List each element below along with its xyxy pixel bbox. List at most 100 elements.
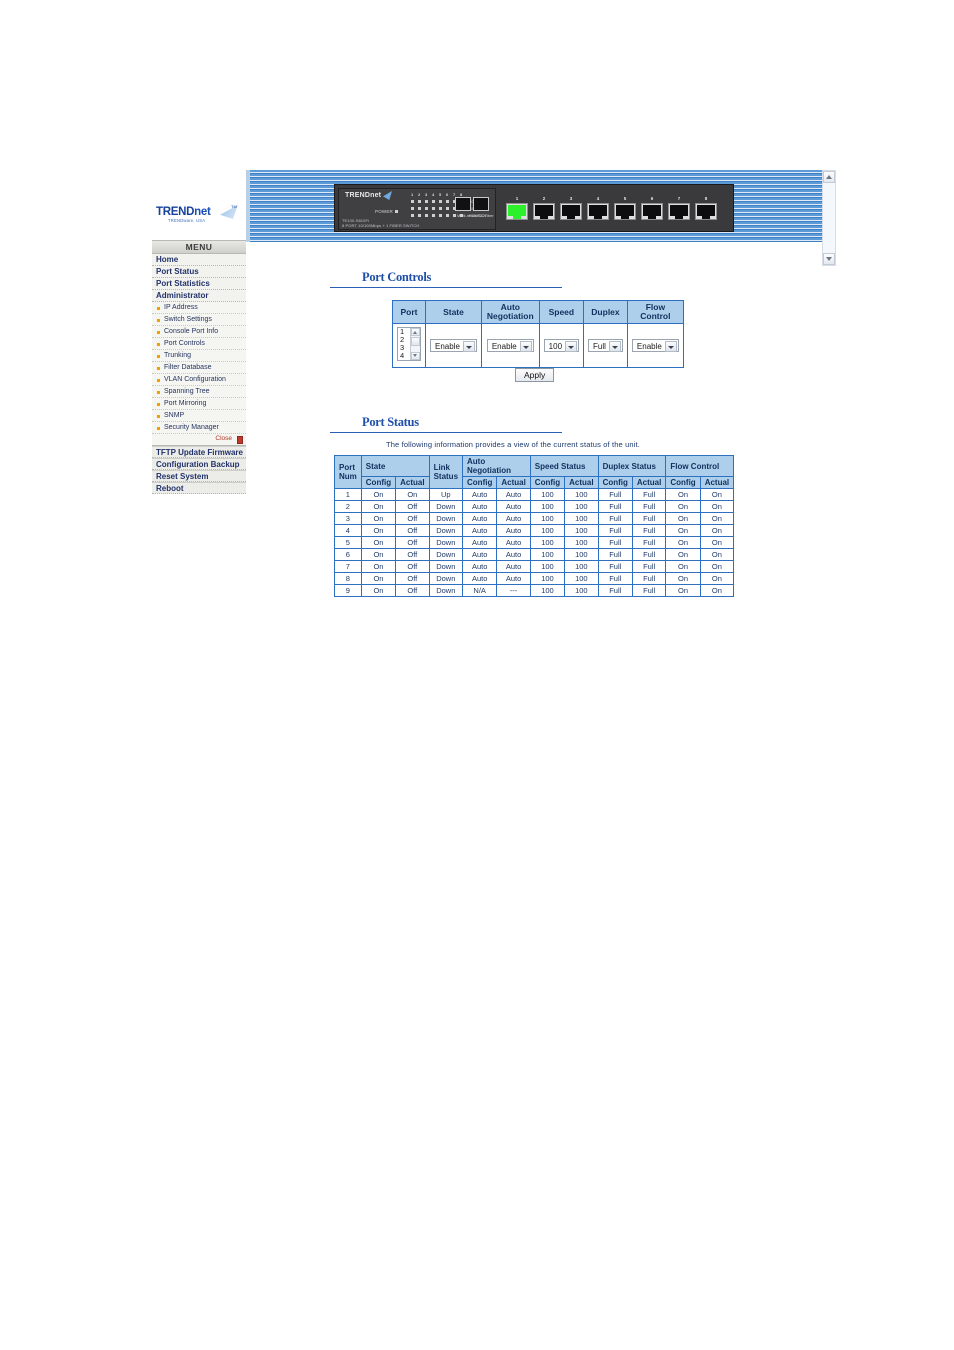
sidebar-item-configuration-backup[interactable]: Configuration Backup xyxy=(152,458,246,470)
sidebar-item-label: Port Statistics xyxy=(156,279,210,288)
led-number: 2 xyxy=(418,192,421,197)
ps-cell-an-actual: Auto xyxy=(496,512,531,525)
ps-cell-an-config: Auto xyxy=(462,560,498,573)
sidebar-item-snmp[interactable]: SNMP xyxy=(152,410,246,422)
led-number: 5 xyxy=(439,192,442,197)
ps-th-state: State xyxy=(360,455,430,477)
ps-th-speed: Speed Status xyxy=(529,455,599,477)
chevron-down-icon[interactable] xyxy=(565,341,578,352)
ps-cell-dx-config: Full xyxy=(597,572,633,585)
close-folder-icon[interactable] xyxy=(237,436,243,444)
pc-th-speed: Speed xyxy=(538,300,585,324)
led-dot-icon xyxy=(418,214,421,217)
ps-subheader-config: Config xyxy=(360,476,397,489)
ps-cell-state-actual: On xyxy=(395,488,430,501)
ps-cell-sp-config: 100 xyxy=(529,524,566,537)
flow-select[interactable]: Enable xyxy=(631,339,679,352)
ps-cell-sp-actual: 100 xyxy=(564,512,599,525)
chevron-down-icon[interactable] xyxy=(462,341,475,352)
led-dot-icon xyxy=(446,207,449,210)
ps-subheader-config: Config xyxy=(529,476,566,489)
rj45-port-number: 8 xyxy=(704,196,708,201)
sidebar-item-console-port-info[interactable]: Console Port Info xyxy=(152,326,246,338)
sidebar-item-port-controls[interactable]: Port Controls xyxy=(152,338,246,350)
bullet-icon xyxy=(157,367,160,370)
chevron-down-icon[interactable] xyxy=(519,341,532,352)
sidebar-item-label: Port Controls xyxy=(164,340,205,347)
sidebar-item-security-manager[interactable]: Security Manager xyxy=(152,422,246,434)
ps-cell-fc-actual: On xyxy=(699,560,735,573)
ps-cell-sp-actual: 100 xyxy=(564,536,599,549)
ps-cell-an-actual: --- xyxy=(496,584,531,597)
scroll-up-arrow-icon[interactable] xyxy=(823,171,835,183)
sidebar-item-trunking[interactable]: Trunking xyxy=(152,350,246,362)
ps-cell-sp-actual: 100 xyxy=(564,548,599,561)
ps-cell-state-actual: Off xyxy=(395,548,430,561)
chevron-down-icon[interactable] xyxy=(664,341,677,352)
ps-subheader-config: Config xyxy=(597,476,633,489)
sidebar-item-port-status[interactable]: Port Status xyxy=(152,266,246,278)
close-label[interactable]: Close xyxy=(215,435,232,442)
ps-cell-an-config: Auto xyxy=(462,536,498,549)
ps-cell-port: 4 xyxy=(334,524,362,537)
sidebar-item-reboot[interactable]: Reboot xyxy=(152,482,246,494)
ps-cell-fc-actual: On xyxy=(699,584,735,597)
port-list-scroll-up-icon[interactable] xyxy=(411,328,420,336)
ps-cell-fc-actual: On xyxy=(699,512,735,525)
sidebar-item-port-statistics[interactable]: Port Statistics xyxy=(152,278,246,290)
ps-cell-an-actual: Auto xyxy=(496,536,531,549)
sidebar-item-filter-database[interactable]: Filter Database xyxy=(152,362,246,374)
ps-cell-sp-config: 100 xyxy=(529,584,566,597)
led-dot-icon xyxy=(418,207,421,210)
ps-subheader-actual: Actual xyxy=(496,476,531,489)
ps-cell-an-config: Auto xyxy=(462,488,498,501)
bullet-icon xyxy=(157,307,160,310)
ps-cell-dx-actual: Full xyxy=(631,500,667,513)
ps-cell-state-actual: Off xyxy=(395,536,430,549)
port-controls-title-wrap: Port Controls xyxy=(330,270,562,288)
sidebar-item-label: SNMP xyxy=(164,412,185,419)
sidebar-item-ip-address[interactable]: IP Address xyxy=(152,302,246,314)
port-list-scroll-down-icon[interactable] xyxy=(411,352,420,360)
sidebar-item-label: Filter Database xyxy=(164,364,212,371)
ps-cell-state-config: On xyxy=(360,536,397,549)
apply-button[interactable]: Apply xyxy=(515,368,555,382)
sidebar-item-vlan-configuration[interactable]: VLAN Configuration xyxy=(152,374,246,386)
rj45-port-bank: 1 2 3 4 5 6 7 8 xyxy=(506,196,730,226)
port-select-list[interactable]: 1234 xyxy=(397,327,421,361)
ps-th-link: Link Status xyxy=(428,455,464,489)
sidebar-item-port-mirroring[interactable]: Port Mirroring xyxy=(152,398,246,410)
speed-select[interactable]: 100 xyxy=(543,339,580,352)
autoneg-select[interactable]: Enable xyxy=(486,339,534,352)
state-select[interactable]: Enable xyxy=(430,339,477,352)
power-led-icon xyxy=(395,210,398,213)
state-select-value: Enable xyxy=(435,342,460,351)
ps-cell-link: Down xyxy=(428,548,464,561)
sidebar-item-label: Security Manager xyxy=(164,424,219,431)
ps-cell-an-config: Auto xyxy=(462,548,498,561)
port-list-scroll-thumb[interactable] xyxy=(411,337,420,346)
scroll-down-arrow-icon[interactable] xyxy=(823,253,835,265)
device-power-label: POWER xyxy=(375,209,394,214)
ps-cell-fc-config: On xyxy=(665,488,701,501)
sidebar-item-reset-system[interactable]: Reset System xyxy=(152,470,246,482)
ps-cell-sp-config: 100 xyxy=(529,512,566,525)
close-row[interactable]: Close xyxy=(152,434,246,446)
flow-select-value: Enable xyxy=(636,342,662,351)
banner-left-edge xyxy=(246,170,250,242)
ps-cell-fc-actual: On xyxy=(699,548,735,561)
sidebar-item-switch-settings[interactable]: Switch Settings xyxy=(152,314,246,326)
ps-cell-fc-actual: On xyxy=(699,572,735,585)
chevron-down-icon[interactable] xyxy=(608,341,621,352)
sidebar-item-label: Home xyxy=(156,255,179,264)
sidebar-item-label: Console Port Info xyxy=(164,328,219,335)
sidebar-item-administrator[interactable]: Administrator xyxy=(152,290,246,302)
sidebar-item-home[interactable]: Home xyxy=(152,254,246,266)
ps-cell-state-config: On xyxy=(360,584,397,597)
vertical-scrollbar[interactable] xyxy=(822,170,836,266)
port-list-scrollbar[interactable] xyxy=(410,328,420,360)
ps-cell-fc-config: On xyxy=(665,548,701,561)
duplex-select[interactable]: Full xyxy=(588,339,623,352)
sidebar-item-spanning-tree[interactable]: Spanning Tree xyxy=(152,386,246,398)
sidebar-item-tftp-update-firmware[interactable]: TFTP Update Firmware xyxy=(152,446,246,458)
